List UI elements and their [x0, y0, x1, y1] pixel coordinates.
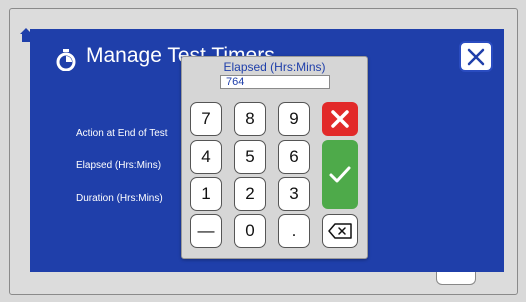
key-minus[interactable]: —	[190, 214, 222, 248]
stopwatch-icon	[56, 49, 76, 71]
close-button[interactable]	[459, 41, 493, 72]
cancel-button[interactable]	[322, 102, 358, 136]
close-icon	[467, 48, 485, 65]
key-1[interactable]: 1	[190, 177, 222, 211]
bottom-button[interactable]	[436, 272, 476, 285]
key-2[interactable]: 2	[234, 177, 266, 211]
numeric-keypad: Elapsed (Hrs:Mins) 764 7 8 9 4 5 6 1 2 3…	[181, 56, 368, 259]
action-end-of-test-label: Action at End of Test	[76, 128, 168, 139]
x-icon	[331, 110, 349, 128]
key-4[interactable]: 4	[190, 140, 222, 174]
key-7[interactable]: 7	[190, 102, 222, 136]
backspace-icon	[328, 223, 352, 239]
backspace-button[interactable]	[322, 214, 358, 248]
checkmark-icon	[329, 166, 351, 182]
duration-label: Duration (Hrs:Mins)	[76, 193, 163, 204]
key-3[interactable]: 3	[278, 177, 310, 211]
keypad-display[interactable]: 764	[220, 75, 330, 89]
key-6[interactable]: 6	[278, 140, 310, 174]
key-0[interactable]: 0	[234, 214, 266, 248]
key-decimal[interactable]: .	[278, 214, 310, 248]
keypad-label: Elapsed (Hrs:Mins)	[223, 60, 326, 74]
enter-button[interactable]	[322, 140, 358, 209]
elapsed-label: Elapsed (Hrs:Mins)	[76, 160, 162, 171]
key-9[interactable]: 9	[278, 102, 310, 136]
key-8[interactable]: 8	[234, 102, 266, 136]
key-5[interactable]: 5	[234, 140, 266, 174]
